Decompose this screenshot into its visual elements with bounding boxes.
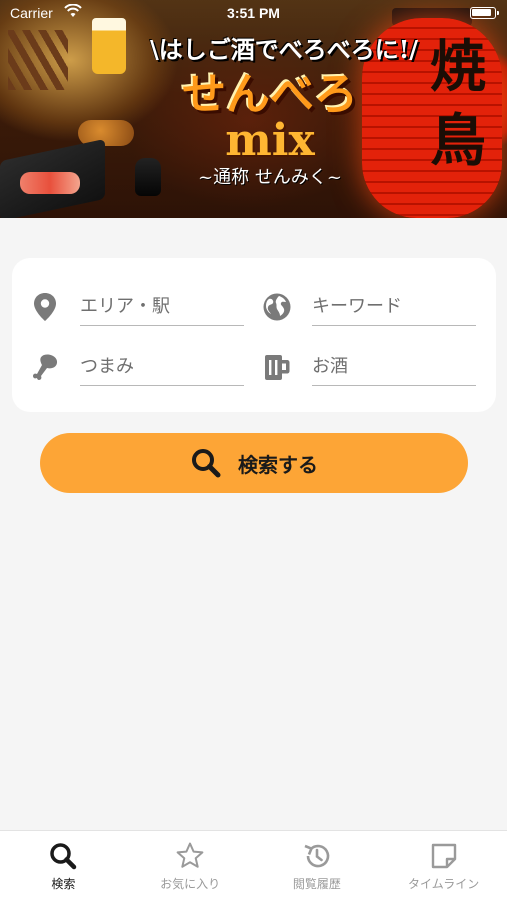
logo-title-mix: mix	[225, 115, 315, 166]
tab-label: 検索	[51, 877, 76, 891]
sake-field	[262, 336, 482, 394]
search-icon	[50, 843, 77, 870]
logo-tagline: \はしご酒でべろべろに!/	[150, 35, 419, 64]
tab-label: 閲覧履歴	[292, 877, 341, 891]
tab-timeline[interactable]: タイムライン	[380, 831, 507, 900]
search-form-card	[12, 258, 496, 412]
tab-bar: 検索 お気に入り 閲覧履歴 タイムライン	[0, 830, 507, 900]
tab-favorites[interactable]: お気に入り	[127, 831, 254, 900]
header-banner: 焼鳥 \はしご酒でべろべろに!/ せんべろ mix ~通称 せんみく~	[0, 0, 507, 218]
search-button[interactable]: 検索する	[40, 433, 468, 493]
star-icon	[176, 842, 204, 868]
sashimi-image	[20, 172, 80, 194]
status-time: 3:51 PM	[227, 5, 280, 21]
map-pin-icon	[30, 292, 60, 322]
chicken-leg-icon	[30, 352, 60, 382]
tab-search[interactable]: 検索	[0, 831, 127, 900]
lantern-text: 焼鳥	[430, 34, 486, 174]
yakitori-skewers-image	[8, 30, 68, 90]
logo-title: せんべろ	[182, 69, 358, 120]
history-icon	[304, 844, 330, 868]
logo-subtitle: ~通称 せんみく~	[198, 167, 342, 188]
area-input[interactable]	[80, 288, 244, 326]
keyword-field	[262, 276, 482, 334]
beer-mug-icon	[262, 352, 292, 382]
tab-history[interactable]: 閲覧履歴	[254, 831, 381, 900]
keyword-input[interactable]	[312, 288, 476, 326]
status-bar: Carrier 3:51 PM	[0, 0, 507, 26]
battery-icon	[470, 7, 499, 19]
search-button-label: 検索する	[238, 452, 318, 477]
area-field	[30, 276, 250, 334]
app-logo: \はしご酒でべろべろに!/ せんべろ mix ~通称 せんみく~	[150, 30, 419, 210]
tsumami-input[interactable]	[80, 348, 244, 386]
sake-input[interactable]	[312, 348, 476, 386]
tsumami-field	[30, 336, 250, 394]
tab-label: お気に入り	[160, 877, 221, 891]
beer-mug-image	[92, 18, 126, 74]
note-icon	[431, 843, 456, 869]
search-icon	[192, 449, 221, 478]
globe-icon	[262, 292, 292, 322]
tab-label: タイムライン	[408, 877, 480, 891]
